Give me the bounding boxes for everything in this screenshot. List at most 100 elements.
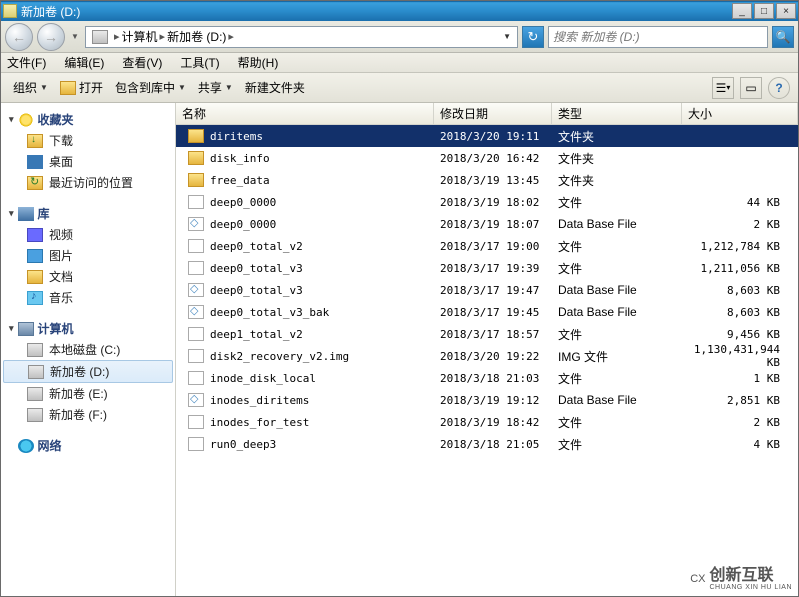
menu-view[interactable]: 查看(V) bbox=[120, 52, 164, 73]
breadcrumb-computer[interactable]: 计算机 bbox=[122, 28, 158, 45]
expand-icon: ▾ bbox=[9, 114, 14, 125]
file-name: deep0_total_v3 bbox=[210, 262, 303, 275]
toolbar-organize-label: 组织 bbox=[13, 79, 37, 96]
preview-pane-button[interactable]: ▭ bbox=[740, 77, 762, 99]
file-row[interactable]: run0_deep32018/3/18 21:05文件4 KB bbox=[176, 433, 798, 455]
file-row[interactable]: diritems2018/3/20 19:11文件夹 bbox=[176, 125, 798, 147]
file-row[interactable]: deep0_total_v32018/3/17 19:39文件1,211,056… bbox=[176, 257, 798, 279]
watermark: CX 创新互联 CHUANG XIN HU LIAN bbox=[690, 567, 792, 592]
toolbar-open[interactable]: 打开 bbox=[56, 77, 107, 98]
desktop-icon bbox=[27, 155, 43, 169]
chevron-right-icon: ▸ bbox=[112, 30, 122, 43]
file-row[interactable]: inodes_for_test2018/3/19 18:42文件2 KB bbox=[176, 411, 798, 433]
refresh-button[interactable]: ↻ bbox=[522, 26, 544, 48]
column-date[interactable]: 修改日期 bbox=[434, 103, 552, 124]
breadcrumb-drive[interactable]: 新加卷 (D:) bbox=[167, 28, 226, 45]
menu-file[interactable]: 文件(F) bbox=[5, 52, 48, 73]
column-name[interactable]: 名称 bbox=[176, 103, 434, 124]
menu-bar: 文件(F) 编辑(E) 查看(V) 工具(T) 帮助(H) bbox=[1, 53, 798, 73]
expand-icon: ▾ bbox=[9, 323, 14, 334]
maximize-button[interactable]: □ bbox=[754, 3, 774, 19]
library-icon bbox=[18, 207, 34, 221]
file-row[interactable]: disk2_recovery_v2.img2018/3/20 19:22IMG … bbox=[176, 345, 798, 367]
file-type: 文件 bbox=[558, 370, 688, 387]
music-icon bbox=[27, 291, 43, 305]
file-row[interactable]: deep0_00002018/3/19 18:02文件44 KB bbox=[176, 191, 798, 213]
menu-help[interactable]: 帮助(H) bbox=[236, 52, 281, 73]
sidebar-item-desktop[interactable]: 桌面 bbox=[1, 151, 175, 172]
toolbar: 组织 ▼ 打开 包含到库中 ▼ 共享 ▼ 新建文件夹 ☰▾ ▭ ? bbox=[1, 73, 798, 103]
nav-history-dropdown[interactable]: ▼ bbox=[69, 23, 81, 51]
menu-edit[interactable]: 编辑(E) bbox=[62, 52, 106, 73]
download-icon bbox=[27, 134, 43, 148]
file-date: 2018/3/17 19:45 bbox=[440, 306, 558, 319]
document-icon bbox=[27, 270, 43, 284]
sidebar-item-videos[interactable]: 视频 bbox=[1, 224, 175, 245]
toolbar-new-folder[interactable]: 新建文件夹 bbox=[241, 77, 309, 98]
sidebar-item-pictures[interactable]: 图片 bbox=[1, 245, 175, 266]
sidebar-header-libraries[interactable]: ▾ 库 bbox=[1, 203, 175, 224]
forward-button[interactable]: → bbox=[37, 23, 65, 51]
toolbar-include-library[interactable]: 包含到库中 ▼ bbox=[111, 77, 190, 98]
file-type-icon bbox=[188, 173, 204, 187]
file-pane: 名称 修改日期 类型 大小 diritems2018/3/20 19:11文件夹… bbox=[176, 103, 798, 596]
menu-tools[interactable]: 工具(T) bbox=[178, 52, 221, 73]
file-name: deep0_0000 bbox=[210, 196, 276, 209]
file-row[interactable]: deep0_total_v22018/3/17 19:00文件1,212,784… bbox=[176, 235, 798, 257]
sidebar-header-computer[interactable]: ▾ 计算机 bbox=[1, 318, 175, 339]
drive-icon bbox=[28, 365, 44, 379]
search-go-button[interactable]: 🔍 bbox=[772, 26, 794, 48]
file-type: 文件夹 bbox=[558, 150, 688, 167]
file-row[interactable]: disk_info2018/3/20 16:42文件夹 bbox=[176, 147, 798, 169]
sidebar-header-favorites[interactable]: ▾ 收藏夹 bbox=[1, 109, 175, 130]
sidebar-item-drive-f[interactable]: 新加卷 (F:) bbox=[1, 404, 175, 425]
file-row[interactable]: inodes_diritems2018/3/19 19:12Data Base … bbox=[176, 389, 798, 411]
file-type-icon bbox=[188, 371, 204, 385]
sidebar-item-recent[interactable]: 最近访问的位置 bbox=[1, 172, 175, 193]
toolbar-include-label: 包含到库中 bbox=[115, 79, 175, 96]
body: ▾ 收藏夹 下载 桌面 最近访问的位置 ▾ 库 视频 图片 文档 音乐 ▾ 计算… bbox=[1, 103, 798, 596]
file-row[interactable]: deep0_total_v3_bak2018/3/17 19:45Data Ba… bbox=[176, 301, 798, 323]
close-button[interactable]: × bbox=[776, 3, 796, 19]
chevron-right-icon: ▸ bbox=[158, 30, 168, 43]
chevron-down-icon: ▼ bbox=[40, 83, 48, 92]
recent-icon bbox=[27, 176, 43, 190]
sidebar-item-documents[interactable]: 文档 bbox=[1, 266, 175, 287]
file-date: 2018/3/17 19:39 bbox=[440, 262, 558, 275]
address-dropdown-icon[interactable]: ▼ bbox=[499, 32, 515, 41]
drive-icon bbox=[92, 30, 108, 44]
sidebar-item-drive-c[interactable]: 本地磁盘 (C:) bbox=[1, 339, 175, 360]
file-type-icon bbox=[188, 415, 204, 429]
sidebar-item-label: 新加卷 (E:) bbox=[49, 385, 108, 402]
sidebar-header-network[interactable]: ▾ 网络 bbox=[1, 435, 175, 456]
file-name: deep0_0000 bbox=[210, 218, 276, 231]
sidebar-item-drive-d[interactable]: 新加卷 (D:) bbox=[3, 360, 173, 383]
column-type[interactable]: 类型 bbox=[552, 103, 682, 124]
sidebar-network-label: 网络 bbox=[38, 437, 62, 454]
file-row[interactable]: free_data2018/3/19 13:45文件夹 bbox=[176, 169, 798, 191]
minimize-button[interactable]: _ bbox=[732, 3, 752, 19]
file-row[interactable]: inode_disk_local2018/3/18 21:03文件1 KB bbox=[176, 367, 798, 389]
sidebar-libraries-label: 库 bbox=[38, 205, 50, 222]
view-options-button[interactable]: ☰▾ bbox=[712, 77, 734, 99]
file-date: 2018/3/17 18:57 bbox=[440, 328, 558, 341]
file-type-icon bbox=[188, 437, 204, 451]
file-list[interactable]: diritems2018/3/20 19:11文件夹disk_info2018/… bbox=[176, 125, 798, 455]
address-bar[interactable]: ▸ 计算机 ▸ 新加卷 (D:) ▸ ▼ bbox=[85, 26, 518, 48]
search-input[interactable]: 搜索 新加卷 (D:) bbox=[548, 26, 768, 48]
toolbar-organize[interactable]: 组织 ▼ bbox=[9, 77, 52, 98]
help-button[interactable]: ? bbox=[768, 77, 790, 99]
sidebar-item-music[interactable]: 音乐 bbox=[1, 287, 175, 308]
back-button[interactable]: ← bbox=[5, 23, 33, 51]
toolbar-share[interactable]: 共享 ▼ bbox=[194, 77, 237, 98]
file-date: 2018/3/18 21:03 bbox=[440, 372, 558, 385]
file-date: 2018/3/20 16:42 bbox=[440, 152, 558, 165]
file-name: run0_deep3 bbox=[210, 438, 276, 451]
file-row[interactable]: deep0_00002018/3/19 18:07Data Base File2… bbox=[176, 213, 798, 235]
sidebar-item-drive-e[interactable]: 新加卷 (E:) bbox=[1, 383, 175, 404]
file-row[interactable]: deep1_total_v22018/3/17 18:57文件9,456 KB bbox=[176, 323, 798, 345]
file-date: 2018/3/19 18:07 bbox=[440, 218, 558, 231]
file-row[interactable]: deep0_total_v32018/3/17 19:47Data Base F… bbox=[176, 279, 798, 301]
column-size[interactable]: 大小 bbox=[682, 103, 798, 124]
sidebar-item-downloads[interactable]: 下载 bbox=[1, 130, 175, 151]
